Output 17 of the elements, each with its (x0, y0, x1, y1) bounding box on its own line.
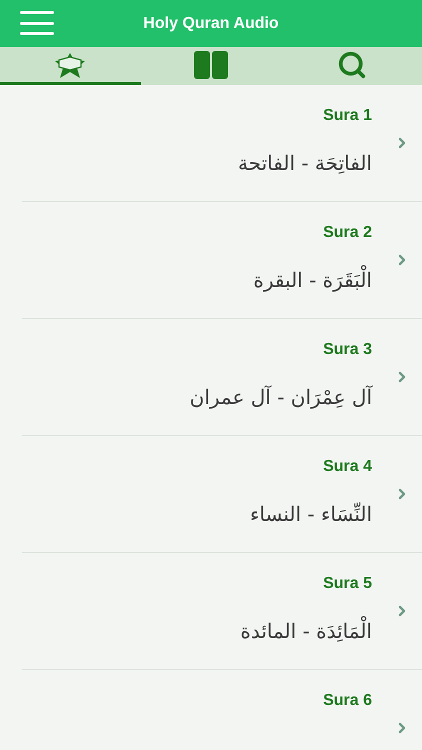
sura-name: آل عِمْرَان - آل عمران (190, 384, 372, 411)
sura-number: Sura 3 (323, 340, 372, 360)
sura-name: الفاتِحَة - الفاتحة (238, 150, 372, 177)
sura-row[interactable]: Sura 6 (0, 670, 422, 750)
open-book-star-icon (53, 50, 88, 78)
sura-name: الْمَائِدَة - المائدة (240, 616, 372, 646)
sura-name: النِّسَاء - النساء (250, 501, 372, 528)
sura-number: Sura 1 (323, 106, 372, 126)
sura-number: Sura 6 (323, 691, 372, 711)
menu-button[interactable] (20, 10, 54, 36)
app-title: Holy Quran Audio (143, 14, 279, 34)
sura-name: الْبَقَرَة - البقرة (253, 265, 372, 295)
sura-number: Sura 2 (323, 223, 372, 243)
book-icon (194, 50, 228, 78)
sura-number: Sura 4 (323, 457, 372, 477)
search-icon (336, 50, 367, 80)
sura-number: Sura 5 (323, 574, 372, 594)
